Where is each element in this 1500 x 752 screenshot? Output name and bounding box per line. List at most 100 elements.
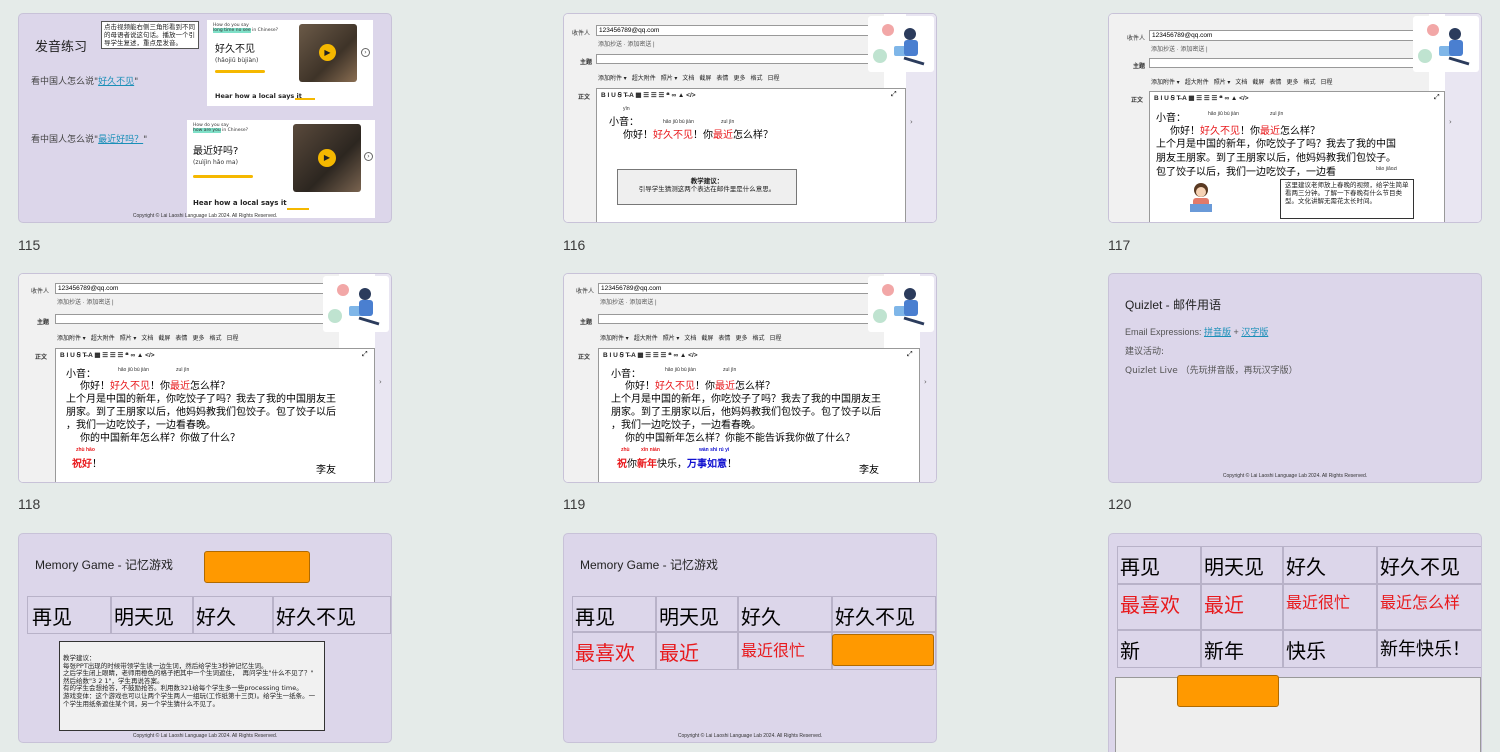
toolbar-item[interactable]: 超大附件 bbox=[634, 336, 658, 342]
email-body[interactable]: B I U Ꞩ T̶ A ▦ ☰ ☰ ☰ ❝ ∞ ▲ </> ⤢ 小音： hǎo… bbox=[55, 348, 375, 482]
expand-icon[interactable]: ⤢ bbox=[891, 91, 897, 99]
to-field[interactable]: 123456789@qq.com bbox=[55, 283, 339, 294]
orange-cover-box[interactable] bbox=[1177, 675, 1279, 707]
word-cell: 好久不见 bbox=[832, 596, 936, 632]
toolbar-item[interactable]: 更多 bbox=[735, 336, 747, 342]
toolbar-item[interactable]: 照片 ▾ bbox=[661, 76, 678, 82]
mail-toolbar[interactable]: 添加附件 ▾ 超大附件 照片 ▾ 文档 截屏 表情 更多 格式 日程 bbox=[1151, 77, 1337, 86]
word-cell: 好久不见 bbox=[273, 596, 391, 634]
toolbar-item[interactable]: 截屏 bbox=[1252, 80, 1264, 86]
closing-wish: 祝你新年快乐，万事如意！ bbox=[617, 459, 737, 470]
to-field[interactable]: 123456789@qq.com bbox=[598, 283, 884, 294]
toolbar-item[interactable]: 日程 bbox=[769, 336, 781, 342]
line-2: 看中国人怎么说"最近好吗？" bbox=[31, 135, 148, 145]
toolbar-item[interactable]: 更多 bbox=[192, 336, 204, 342]
slide-118[interactable]: 收件人 123456789@qq.com 添加抄送 · 添加密送 | 主题 添加… bbox=[18, 273, 392, 483]
slide-122[interactable]: Memory Game - 记忆游戏 再见 明天见 好久 好久不见 最喜欢 最近… bbox=[563, 533, 937, 743]
slide-117[interactable]: 收件人 123456789@qq.com 添加抄送 · 添加密送 | 主题 添加… bbox=[1108, 13, 1482, 223]
email-body[interactable]: B I U Ꞩ T̶ A ▦ ☰ ☰ ☰ ❝ ∞ ▲ </> ⤢ 小音： hǎo… bbox=[598, 348, 920, 482]
next-arrow-icon[interactable]: › bbox=[361, 48, 370, 57]
slide-123[interactable]: 再见 明天见 好久 好久不见 最喜欢 最近 最近很忙 最近怎么样 新 新年 快乐… bbox=[1108, 533, 1482, 752]
orange-cover-box[interactable] bbox=[832, 634, 934, 666]
toolbar-item[interactable]: 格式 bbox=[209, 336, 221, 342]
expand-icon[interactable]: ⤢ bbox=[1434, 94, 1440, 102]
toolbar-item[interactable]: 照片 ▾ bbox=[120, 336, 137, 342]
collapse-arrow-icon[interactable]: › bbox=[379, 378, 382, 386]
cc-bcc-links[interactable]: 添加抄送 · 添加密送 | bbox=[1151, 44, 1208, 53]
subject-field[interactable] bbox=[598, 314, 884, 324]
toolbar-item[interactable]: 日程 bbox=[1320, 80, 1332, 86]
email-expressions-line: Email Expressions: 拼音版 + 汉字版 bbox=[1125, 327, 1269, 337]
toolbar-item[interactable]: 表情 bbox=[1269, 80, 1281, 86]
toolbar-item[interactable]: 表情 bbox=[175, 336, 187, 342]
link-pinyin-version[interactable]: 拼音版 bbox=[1204, 327, 1231, 337]
collapse-arrow-icon[interactable]: › bbox=[924, 378, 927, 386]
toolbar-item[interactable]: 添加附件 ▾ bbox=[1151, 80, 1180, 86]
toolbar-item[interactable]: 超大附件 bbox=[632, 76, 656, 82]
cc-bcc-links[interactable]: 添加抄送 · 添加密送 | bbox=[600, 297, 657, 306]
toolbar-item[interactable]: 截屏 bbox=[158, 336, 170, 342]
format-toolbar[interactable]: B I U Ꞩ T̶ A ▦ ☰ ☰ ☰ ❝ ∞ ▲ </> bbox=[601, 91, 696, 99]
slide-116[interactable]: 收件人 123456789@qq.com 添加抄送 · 添加密送 | 主题 添加… bbox=[563, 13, 937, 223]
toolbar-item[interactable]: 文档 bbox=[684, 336, 696, 342]
mail-toolbar[interactable]: 添加附件 ▾ 超大附件 照片 ▾ 文档 截屏 表情 更多 格式 日程 bbox=[598, 73, 784, 82]
orange-cover-box[interactable] bbox=[204, 551, 310, 583]
toolbar-item[interactable]: 添加附件 ▾ bbox=[57, 336, 86, 342]
toolbar-item[interactable]: 超大附件 bbox=[91, 336, 115, 342]
format-toolbar[interactable]: B I U Ꞩ T̶ A ▦ ☰ ☰ ☰ ❝ ∞ ▲ </> bbox=[603, 351, 698, 359]
toolbar-item[interactable]: 更多 bbox=[733, 76, 745, 82]
toolbar-item[interactable]: 表情 bbox=[718, 336, 730, 342]
toolbar-item[interactable]: 更多 bbox=[1286, 80, 1298, 86]
toolbar-item[interactable]: 日程 bbox=[226, 336, 238, 342]
teaching-note: 教学建议： 每张PPT出现的时候带领学生读一边生词，然后给学生3秒钟记忆生词。 … bbox=[59, 641, 325, 731]
cc-bcc-links[interactable]: 添加抄送 · 添加密送 | bbox=[598, 39, 655, 48]
toolbar-item[interactable]: 截屏 bbox=[699, 76, 711, 82]
toolbar-item[interactable]: 文档 bbox=[1235, 80, 1247, 86]
toolbar-item[interactable]: 超大附件 bbox=[1185, 80, 1209, 86]
cc-bcc-links[interactable]: 添加抄送 · 添加密送 | bbox=[57, 297, 114, 306]
play-icon[interactable]: ▶ bbox=[319, 44, 336, 61]
toolbar-item[interactable]: 表情 bbox=[716, 76, 728, 82]
video-card-1[interactable]: How do you say long time no see in Chines… bbox=[207, 20, 373, 106]
subject-label: 主题 bbox=[1133, 64, 1146, 70]
toolbar-item[interactable]: 日程 bbox=[767, 76, 779, 82]
toolbar-item[interactable]: 添加附件 ▾ bbox=[598, 76, 627, 82]
to-field[interactable]: 123456789@qq.com bbox=[1149, 30, 1429, 41]
email-body[interactable]: B I U Ꞩ T̶ A ▦ ☰ ☰ ☰ ❝ ∞ ▲ </> ⤢ 小音： hǎo… bbox=[1149, 91, 1445, 222]
format-toolbar[interactable]: B I U Ꞩ T̶ A ▦ ☰ ☰ ☰ ❝ ∞ ▲ </> bbox=[1154, 94, 1249, 102]
slide-115[interactable]: 发音练习 点击视频能右侧三角形看到不同的母语者说这句话。播放一个引导学生复述，重… bbox=[18, 13, 392, 223]
video-card-2[interactable]: How do you say how are you in Chinese? 最近… bbox=[187, 120, 375, 218]
toolbar-item[interactable]: 文档 bbox=[682, 76, 694, 82]
mail-toolbar[interactable]: 添加附件 ▾ 超大附件 照片 ▾ 文档 截屏 表情 更多 格式 日程 bbox=[600, 333, 786, 342]
link-hanzi-version[interactable]: 汉字版 bbox=[1241, 327, 1268, 337]
link-haojiubujian[interactable]: 好久不见 bbox=[98, 77, 134, 87]
collapse-arrow-icon[interactable]: › bbox=[910, 118, 913, 126]
format-toolbar[interactable]: B I U Ꞩ T̶ A ▦ ☰ ☰ ☰ ❝ ∞ ▲ </> bbox=[60, 351, 155, 359]
toolbar-item[interactable]: 文档 bbox=[141, 336, 153, 342]
subject-field[interactable] bbox=[596, 54, 881, 64]
slide-120[interactable]: Quizlet - 邮件用语 Email Expressions: 拼音版 + … bbox=[1108, 273, 1482, 483]
pinyin-zuijin: zuì jìn bbox=[723, 367, 737, 373]
toolbar-item[interactable]: 格式 bbox=[752, 336, 764, 342]
toolbar-item[interactable]: 照片 ▾ bbox=[1214, 80, 1231, 86]
play-icon[interactable]: ▶ bbox=[318, 149, 336, 167]
slide-119[interactable]: 收件人 123456789@qq.com 添加抄送 · 添加密送 | 主题 添加… bbox=[563, 273, 937, 483]
subject-field[interactable] bbox=[55, 314, 339, 324]
copyright: Copyright © Lai Laoshi Language Lab 2024… bbox=[132, 213, 278, 219]
toolbar-item[interactable]: 添加附件 ▾ bbox=[600, 336, 629, 342]
subject-field[interactable] bbox=[1149, 58, 1429, 68]
collapse-arrow-icon[interactable]: › bbox=[1449, 118, 1452, 126]
mail-toolbar[interactable]: 添加附件 ▾ 超大附件 照片 ▾ 文档 截屏 表情 更多 格式 日程 bbox=[57, 333, 243, 342]
email-body[interactable]: B I U Ꞩ T̶ A ▦ ☰ ☰ ☰ ❝ ∞ ▲ </> ⤢ yīn 小音：… bbox=[596, 88, 906, 222]
toolbar-item[interactable]: 格式 bbox=[750, 76, 762, 82]
expand-icon[interactable]: ⤢ bbox=[362, 351, 368, 359]
next-arrow-icon[interactable]: › bbox=[364, 152, 373, 161]
to-field[interactable]: 123456789@qq.com bbox=[596, 25, 881, 36]
person-laptop-illustration bbox=[323, 276, 389, 332]
toolbar-item[interactable]: 照片 ▾ bbox=[663, 336, 680, 342]
toolbar-item[interactable]: 截屏 bbox=[701, 336, 713, 342]
expand-icon[interactable]: ⤢ bbox=[907, 351, 913, 359]
toolbar-item[interactable]: 格式 bbox=[1303, 80, 1315, 86]
slide-121[interactable]: Memory Game - 记忆游戏 再见 明天见 好久 好久不见 教学建议： … bbox=[18, 533, 392, 743]
link-zuijinhaoma[interactable]: 最近好吗？ bbox=[98, 135, 143, 145]
